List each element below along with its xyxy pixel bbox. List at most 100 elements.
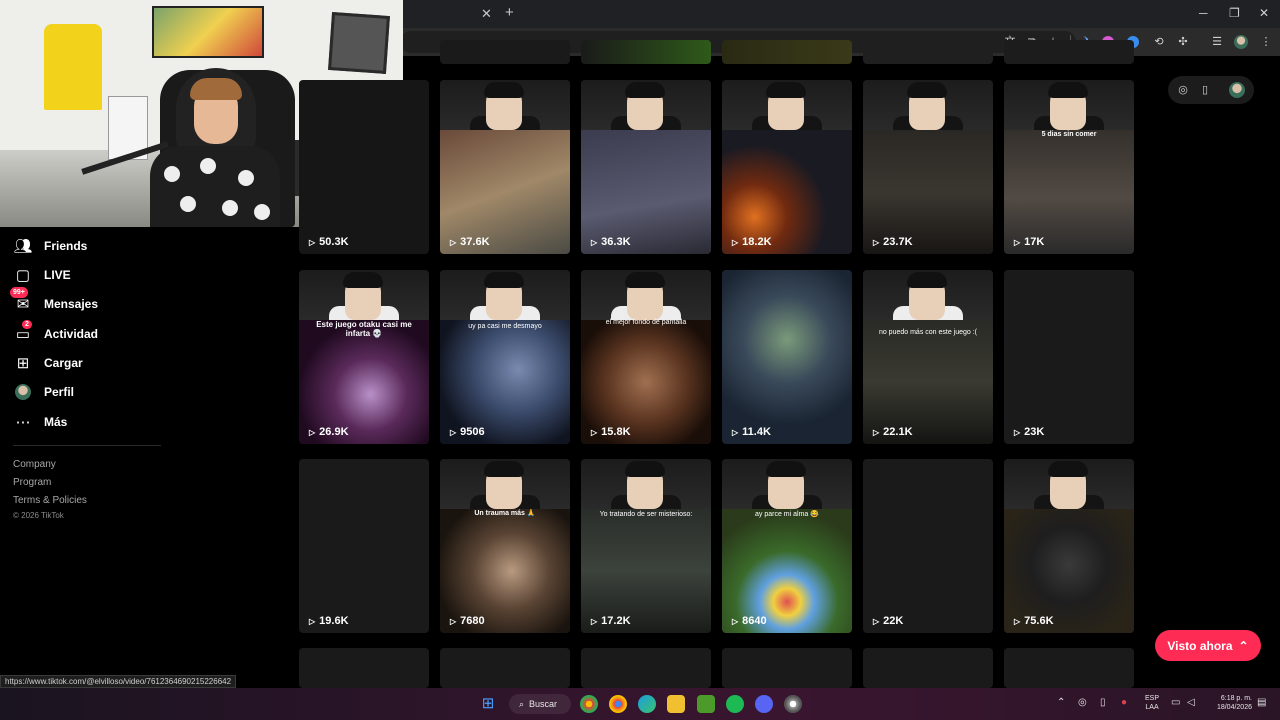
clock[interactable]: 6:18 p. m. 18/04/2026: [1206, 694, 1252, 712]
video-caption: Yo tratando de ser misterioso:: [599, 511, 693, 518]
sidebar-item-live[interactable]: ▢ LIVE: [14, 264, 71, 286]
video-card-partial[interactable]: [299, 648, 429, 688]
video-card[interactable]: ▷ 50.3K: [299, 80, 429, 254]
view-count: ▷ 9506: [450, 426, 485, 438]
reading-list-icon[interactable]: ☰: [1209, 34, 1225, 50]
play-icon: ▷: [1014, 427, 1021, 437]
compass-icon[interactable]: ◎: [1176, 83, 1190, 97]
taskbar-search[interactable]: ⌕ Buscar: [509, 694, 571, 714]
video-card[interactable]: ▷ 19.6K: [299, 459, 429, 633]
sidebar-item-label: Friends: [44, 239, 88, 253]
visto-ahora-button[interactable]: Visto ahora ⌃: [1155, 630, 1261, 661]
file-explorer-icon[interactable]: [667, 695, 685, 713]
webcam-poster: [152, 6, 264, 58]
chevron-up-icon[interactable]: ⌃: [1057, 697, 1065, 708]
close-window-button[interactable]: ✕: [1259, 6, 1269, 20]
video-card[interactable]: ay parce mi alma 😂 ▷ 8640: [722, 459, 852, 633]
video-card-partial[interactable]: [1004, 40, 1134, 64]
video-card-partial[interactable]: [581, 40, 711, 64]
windows-start-icon[interactable]: ⊞: [479, 695, 497, 713]
visto-ahora-label: Visto ahora: [1167, 638, 1233, 653]
restore-button[interactable]: ❐: [1229, 6, 1240, 20]
extension-icon[interactable]: ⟲: [1151, 34, 1167, 50]
video-card-partial[interactable]: [722, 40, 852, 64]
video-card[interactable]: ▷ 36.3K: [581, 80, 711, 254]
play-icon: ▷: [591, 616, 598, 626]
video-card-partial[interactable]: [863, 648, 993, 688]
video-card[interactable]: Este juego otaku casi me infarta 💀 ▷ 26.9…: [299, 270, 429, 444]
thumbnail-cam: [440, 459, 570, 509]
new-tab-button[interactable]: +: [505, 4, 514, 21]
profile-avatar: [14, 383, 32, 401]
sidebar-item-label: LIVE: [44, 268, 71, 282]
sidebar-item-mensajes[interactable]: ✉ 99+ Mensajes: [10, 287, 99, 315]
view-count: ▷ 19.6K: [309, 615, 349, 627]
video-card[interactable]: ▷ 22K: [863, 459, 993, 633]
video-caption: 5 dias sin comer: [1041, 131, 1097, 138]
discord-icon[interactable]: [755, 695, 773, 713]
footer-link-company[interactable]: Company: [13, 459, 56, 470]
sidebar-item-mas[interactable]: ⋯ Más: [14, 411, 68, 433]
tray-app-icon[interactable]: ◎: [1078, 697, 1087, 708]
tab-close-icon[interactable]: ✕: [481, 6, 492, 22]
footer-link-program[interactable]: Program: [13, 477, 51, 488]
play-icon: ▷: [873, 237, 880, 247]
view-count: ▷ 23K: [1014, 426, 1045, 438]
video-card-partial[interactable]: [581, 648, 711, 688]
video-card-partial[interactable]: [440, 648, 570, 688]
video-card[interactable]: Un trauma más 🙏 ▷ 7680: [440, 459, 570, 633]
person-hair: [190, 78, 242, 100]
video-card[interactable]: el mejor fondo de pantalla ▷ 15.8K: [581, 270, 711, 444]
profile-avatar[interactable]: [1229, 82, 1245, 98]
minecraft-icon[interactable]: [697, 695, 715, 713]
view-count: ▷ 22K: [873, 615, 904, 627]
sidebar-item-perfil[interactable]: Perfil: [14, 381, 74, 403]
volume-icon[interactable]: ◁: [1187, 697, 1195, 708]
video-card[interactable]: ▷ 23K: [1004, 270, 1134, 444]
sidebar-item-cargar[interactable]: ⊞ Cargar: [14, 352, 83, 374]
taskbar-search-label: Buscar: [529, 699, 558, 709]
edge-icon[interactable]: [638, 695, 656, 713]
video-card[interactable]: ▷ 37.6K: [440, 80, 570, 254]
kebab-menu-icon[interactable]: ⋮: [1258, 34, 1274, 50]
sidebar-item-actividad[interactable]: ▭ 2 Actividad: [14, 320, 98, 345]
chrome-icon[interactable]: [609, 695, 627, 713]
video-card[interactable]: Yo tratando de ser misterioso: ▷ 17.2K: [581, 459, 711, 633]
network-icon[interactable]: ▭: [1171, 697, 1180, 708]
video-card-partial[interactable]: [722, 648, 852, 688]
status-url: https://www.tiktok.com/@elvilloso/video/…: [0, 675, 237, 688]
video-card[interactable]: ▷ 75.6K: [1004, 459, 1134, 633]
video-card[interactable]: no puedo más con este juego :( ▷ 22.1K: [863, 270, 993, 444]
spotify-icon[interactable]: [726, 695, 744, 713]
video-card[interactable]: uy pa casi me desmayo ▷ 9506: [440, 270, 570, 444]
view-count: ▷ 75.6K: [1014, 615, 1054, 627]
video-card[interactable]: 5 dias sin comer ▷ 17K: [1004, 80, 1134, 254]
hoodie-flower: [222, 200, 238, 216]
video-card[interactable]: ▷ 18.2K: [722, 80, 852, 254]
profile-avatar[interactable]: [1234, 35, 1248, 49]
puzzle-icon[interactable]: ✣: [1175, 34, 1191, 50]
messages-icon: ✉ 99+: [10, 287, 32, 313]
thumbnail-cam: [722, 80, 852, 130]
search-icon: ⌕: [519, 698, 525, 709]
sidebar-item-friends[interactable]: 👥︎ Friends: [13, 235, 88, 257]
mic-icon[interactable]: ●: [1121, 697, 1127, 708]
view-count: ▷ 37.6K: [450, 236, 490, 248]
video-card-partial[interactable]: [1004, 648, 1134, 688]
video-card[interactable]: ▷ 11.4K: [722, 270, 852, 444]
hoodie-flower: [238, 170, 254, 186]
footer-link-terms[interactable]: Terms & Policies: [13, 495, 87, 506]
phone-icon[interactable]: ▯: [1198, 83, 1212, 97]
chrome-icon[interactable]: [784, 695, 802, 713]
minimize-button[interactable]: ─: [1199, 6, 1208, 20]
sidebar-item-label: Mensajes: [44, 297, 99, 311]
video-card-partial[interactable]: [440, 40, 570, 64]
notification-icon[interactable]: ▤: [1257, 697, 1266, 708]
video-card[interactable]: ▷ 23.7K: [863, 80, 993, 254]
battery-icon[interactable]: ▯: [1100, 697, 1106, 708]
language-indicator[interactable]: ESP LAA: [1145, 694, 1159, 712]
chrome-icon[interactable]: [580, 695, 598, 713]
video-card-partial[interactable]: [863, 40, 993, 64]
play-icon: ▷: [732, 616, 739, 626]
activity-badge: 2: [22, 320, 32, 329]
